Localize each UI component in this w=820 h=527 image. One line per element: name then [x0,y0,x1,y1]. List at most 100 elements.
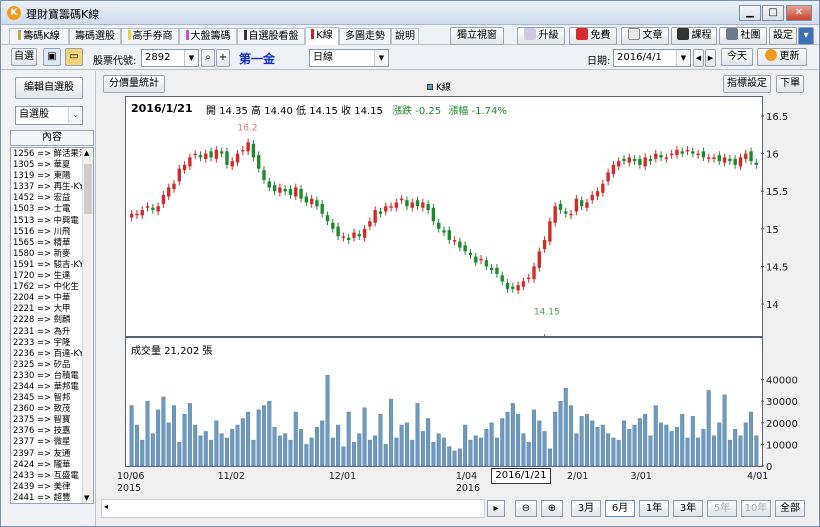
list-item[interactable]: 1580 => 新麥 [11,248,93,259]
list-item[interactable]: 2344 => 華邦電 [11,381,93,392]
folder-icon[interactable]: ▭ [65,48,83,66]
upgrade-button[interactable]: 升級 [517,27,565,45]
zoom-out-icon[interactable]: ⊖ [515,500,537,517]
save-icon[interactable]: ▣ [43,48,61,66]
candle-body [362,228,367,238]
settings-dropdown-icon[interactable]: ▾ [798,27,814,45]
list-item[interactable]: 2424 => 隴華 [11,459,93,470]
candle-body [230,161,234,167]
community-button[interactable]: 社團 [719,27,767,45]
tab-kline[interactable]: K線 [305,27,339,45]
list-item[interactable]: 1503 => 士電 [11,203,93,214]
edit-watchlist-button[interactable]: 編輯自選股 [15,77,83,99]
tab-chip-kline[interactable]: 籌碼K線 [9,28,69,44]
x-tick-label: 12/01 [329,471,356,482]
list-item[interactable]: 1319 => 東陽 [11,170,93,181]
list-item[interactable]: 2441 => 超豐 [11,492,93,503]
volume-bar [277,435,282,467]
scroll-left-icon[interactable]: ◂ [104,502,108,511]
range-6m-button[interactable]: 6月 [605,500,635,517]
list-item[interactable]: 2330 => 台積電 [11,370,93,381]
chart-scrollbar[interactable]: ◂ [101,499,485,518]
list-item[interactable]: 1720 => 生達 [11,270,93,281]
date-picker[interactable]: 2016/4/1 ▼ [613,49,691,67]
scroll-right-icon[interactable]: ▸ [487,500,505,517]
maximize-button[interactable]: □ [762,5,784,21]
list-item[interactable]: 1762 => 中化生 [11,281,93,292]
close-window-button[interactable]: ✕ [786,5,812,21]
tab-watchlist[interactable]: 自選股看盤 [237,28,305,44]
update-button[interactable]: 更新 [757,48,807,66]
range-1y-button[interactable]: 1年 [639,500,669,517]
range-10y-button[interactable]: 10年 [741,500,771,517]
period-select[interactable]: 日線 ▼ [309,49,389,67]
volume-bar [701,429,706,467]
volume-bar [584,413,589,467]
list-item[interactable]: 2221 => 大甲 [11,303,93,314]
candle-body [527,277,531,280]
favorite-button[interactable]: 自選 [11,48,37,66]
list-item[interactable]: 1452 => 宏益 [11,192,93,203]
list-item[interactable]: 2376 => 技嘉 [11,425,93,436]
stock-code-input[interactable]: 2892 ▼ [141,49,199,67]
candle-body [426,203,430,210]
range-all-button[interactable]: 全部 [775,500,805,517]
range-3m-button[interactable]: 3月 [571,500,601,517]
watchlist-group-select[interactable]: 自選股 ⌄ [15,106,83,125]
list-item[interactable]: 2228 => 劍麟 [11,314,93,325]
volume-bar [171,405,176,467]
add-icon[interactable]: + [216,49,230,67]
volume-bar [696,437,701,467]
scroll-thumb[interactable] [84,164,92,214]
list-item[interactable]: 2345 => 智邦 [11,392,93,403]
chevron-down-icon[interactable]: ⌄ [68,107,82,123]
next-date-icon[interactable]: ▶ [705,49,716,67]
candle-body [288,188,293,195]
search-icon[interactable]: ⌕ [201,49,215,67]
settings-button[interactable]: 設定 [769,27,797,45]
list-item[interactable]: 2325 => 矽品 [11,359,93,370]
scroll-down-icon[interactable]: ▼ [84,494,89,502]
standalone-window-button[interactable]: 獨立視窗 [450,27,504,45]
tab-chip-screen[interactable]: 籌碼選股 [69,28,121,44]
list-item[interactable]: 2231 => 為升 [11,326,93,337]
tab-help[interactable]: 說明 [391,28,419,44]
tab-experts[interactable]: 高手券商 [121,28,179,44]
range-3y-button[interactable]: 3年 [673,500,703,517]
list-item[interactable]: 2439 => 美律 [11,481,93,492]
list-item[interactable]: 2360 => 致茂 [11,403,93,414]
list-item[interactable]: 2433 => 互盛電 [11,470,93,481]
course-button[interactable]: 課程 [671,27,717,45]
volume-bar [489,422,494,467]
list-item[interactable]: 1565 => 精華 [11,237,93,248]
list-item[interactable]: 2233 => 宇隆 [11,337,93,348]
candle-body [309,198,314,204]
watchlist-scrollbar[interactable]: ▲ ▼ [82,148,93,503]
article-button[interactable]: 文章 [621,27,669,45]
list-item[interactable]: 1337 => 再生-KY [11,181,93,192]
list-item[interactable]: 1256 => 鮮活果汁 [11,148,93,159]
range-5y-button[interactable]: 5年 [707,500,737,517]
free-button[interactable]: 免費 [569,27,617,45]
list-item[interactable]: 2236 => 百達-KY [11,348,93,359]
zoom-in-icon[interactable]: ⊕ [541,500,563,517]
volume-bar [738,435,743,467]
list-item[interactable]: 2204 => 中華 [11,292,93,303]
chevron-down-icon[interactable]: ▼ [184,50,198,66]
today-button[interactable]: 今天 [721,48,753,66]
list-item[interactable]: 1516 => 川飛 [11,226,93,237]
scroll-up-icon[interactable]: ▲ [84,149,89,157]
tab-multi-chart[interactable]: 多圖走勢 [339,28,391,44]
prev-date-icon[interactable]: ◀ [693,49,704,67]
minimize-button[interactable]: ▁ [739,5,761,21]
list-item[interactable]: 1513 => 中興電 [11,215,93,226]
list-item[interactable]: 2377 => 微星 [11,436,93,447]
calendar-dropdown-icon[interactable]: ▼ [676,50,690,66]
list-item[interactable]: 2397 => 友通 [11,448,93,459]
list-item[interactable]: 1591 => 駿吉-KY [11,259,93,270]
list-item[interactable]: 1305 => 華夏 [11,159,93,170]
tab-market-chip[interactable]: 大盤籌碼 [179,28,237,44]
candlestick-chart: 16.51615.51514.5144000030000200001000001… [117,112,798,494]
chevron-down-icon[interactable]: ▼ [374,50,388,66]
list-item[interactable]: 2375 => 智寶 [11,414,93,425]
